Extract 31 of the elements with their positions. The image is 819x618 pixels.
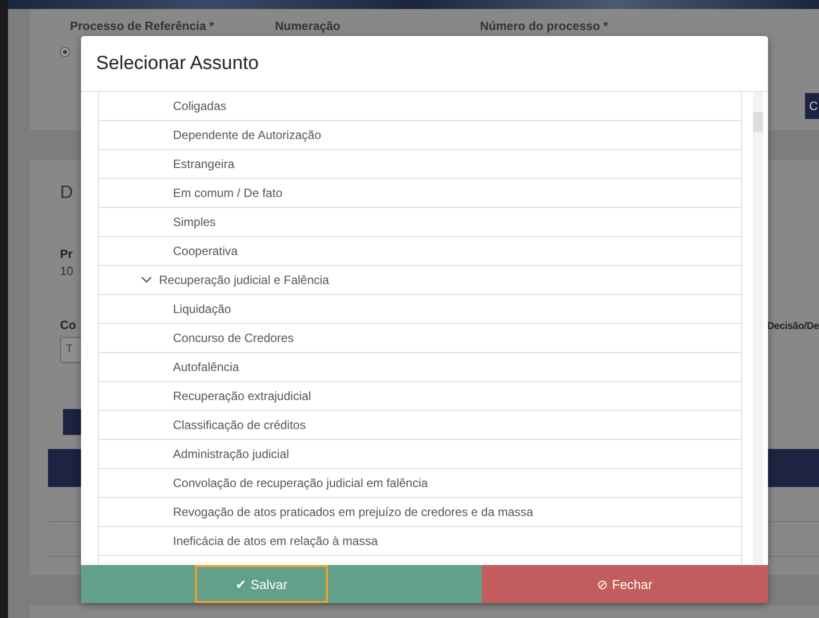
section-title: D	[60, 182, 73, 203]
field-label: Pr	[60, 247, 73, 261]
tree-item[interactable]: Em comum / De fato	[99, 179, 741, 208]
modal-title: Selecionar Assunto	[96, 52, 259, 74]
tree-item[interactable]: Estrangeira	[99, 150, 741, 179]
field-label: Número do processo *	[480, 19, 610, 33]
tree-item[interactable]: Cooperativa	[99, 237, 741, 266]
side-button[interactable]: C	[805, 93, 819, 119]
tree-item[interactable]: Concurso de Credores	[99, 324, 741, 353]
tree-item[interactable]: Recuperação judicial e Falência	[99, 266, 741, 295]
column-label: Decisão/De	[767, 321, 819, 332]
tree-item[interactable]: Simples	[99, 208, 741, 237]
tree-item[interactable]: Recuperação extrajudicial	[99, 382, 741, 411]
tree-label: Recuperação judicial e Falência	[159, 273, 330, 287]
tree-item[interactable]: Autofalência	[99, 353, 741, 382]
field-label: Processo de Referência *	[70, 19, 216, 33]
radio-button[interactable]	[60, 47, 70, 57]
footer-button[interactable]: ⊘ Fechar	[482, 565, 768, 603]
tree-item[interactable]: Revogação de atos praticados em prejuízo de credores e da massa	[99, 498, 741, 527]
tree-item[interactable]: Ineficácia de atos em relação à massa	[99, 527, 741, 556]
add-button[interactable]	[63, 409, 83, 435]
field-label: Numeração	[275, 19, 342, 33]
filter-label: Co	[60, 318, 76, 332]
tree-item[interactable]: Administração judicial	[99, 440, 741, 469]
scrollbar[interactable]	[753, 92, 763, 565]
tree-item[interactable]: Coligadas	[99, 92, 741, 121]
tree-item[interactable]: Classificação de créditos	[99, 411, 741, 440]
field-value: 10	[60, 264, 74, 278]
tree-item[interactable]: Dependente de Autorização	[99, 121, 741, 150]
tree-item[interactable]: Convolação de recuperação judicial em falência	[99, 469, 741, 498]
tree-item[interactable]: Liquidação	[99, 295, 741, 324]
